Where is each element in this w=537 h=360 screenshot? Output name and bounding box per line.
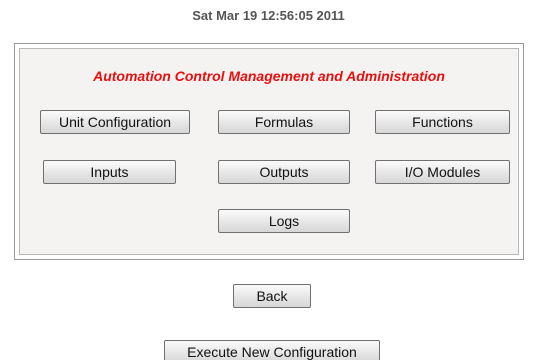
timestamp: Sat Mar 19 12:56:05 2011	[192, 8, 345, 23]
main-panel-inner: Automation Control Management and Admini…	[19, 48, 519, 255]
panel-title: Automation Control Management and Admini…	[93, 68, 445, 84]
back-button[interactable]: Back	[233, 284, 311, 308]
execute-new-configuration-button[interactable]: Execute New Configuration	[164, 340, 380, 360]
io-modules-button[interactable]: I/O Modules	[375, 160, 510, 184]
formulas-button[interactable]: Formulas	[218, 110, 350, 134]
logs-button[interactable]: Logs	[218, 209, 350, 233]
unit-configuration-button[interactable]: Unit Configuration	[40, 110, 190, 134]
outputs-button[interactable]: Outputs	[218, 160, 350, 184]
inputs-button[interactable]: Inputs	[43, 160, 176, 184]
page: Sat Mar 19 12:56:05 2011 Automation Cont…	[0, 0, 537, 360]
functions-button[interactable]: Functions	[375, 110, 510, 134]
main-panel: Automation Control Management and Admini…	[14, 43, 524, 260]
